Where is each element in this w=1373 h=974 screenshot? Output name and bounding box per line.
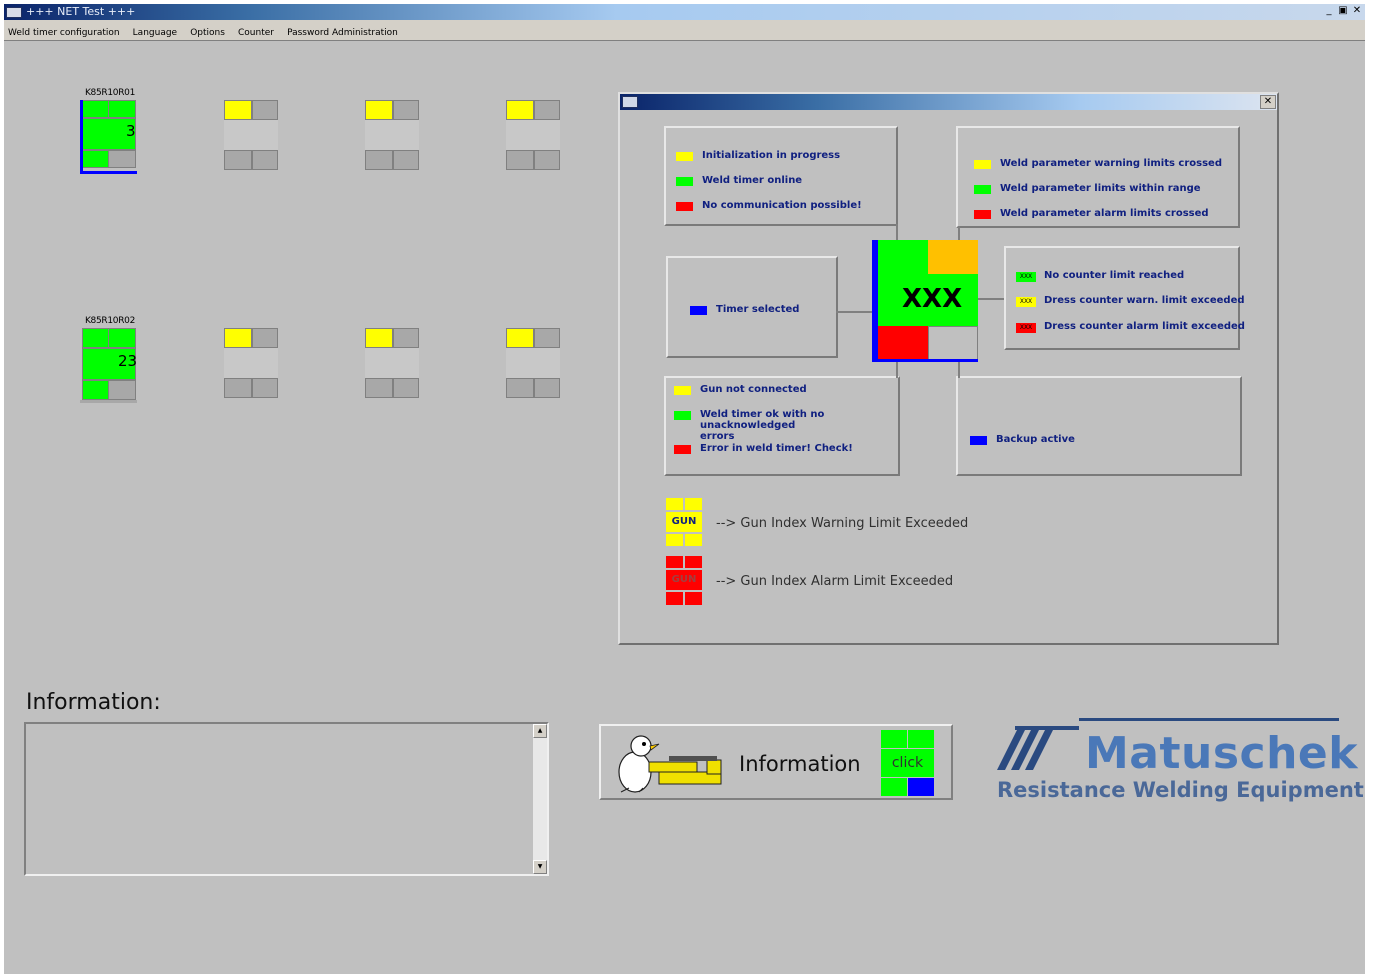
yellow-chip-icon [676,152,693,161]
red-chip-icon [676,202,693,211]
legend-text: Weld timer online [702,175,803,186]
legend-text: Gun not connected [700,384,807,395]
legend-title-bar: ✕ [620,94,1277,110]
init-status-box: Initialization in progress Weld timer on… [664,126,898,226]
information-button[interactable]: Information click [599,724,953,800]
menu-language[interactable]: Language [129,25,181,38]
legend-text: Weld timer ok with no unacknowledged err… [700,409,825,442]
green-chip-icon [674,411,691,420]
red-chip-icon [974,210,991,219]
green-chip-icon: XXX [1016,272,1036,282]
timer-label: K85R10R01 [84,88,136,98]
legend-text: Dress counter alarm limit exceeded [1044,321,1245,332]
menu-weld-timer-configuration[interactable]: Weld timer configuration [4,25,124,38]
timer-value: 23 [118,352,138,370]
gun-index-warning-text: --> Gun Index Warning Limit Exceeded [716,516,969,531]
timer-tile[interactable] [504,100,562,175]
dress-counter-box: XXX No counter limit reached XXX Dress c… [1004,246,1245,350]
red-chip-icon [674,445,691,454]
green-chip-icon [974,185,991,194]
title-bar: +++ NET Test +++ _ ▣ ✕ [4,4,1365,20]
gun-index-alarm-text: --> Gun Index Alarm Limit Exceeded [716,574,954,589]
close-icon[interactable]: ✕ [1260,95,1276,109]
blue-chip-icon [970,436,987,445]
yellow-chip-icon [974,160,991,169]
timer-tile[interactable] [222,328,280,403]
close-icon[interactable]: ✕ [1350,5,1364,17]
menu-options[interactable]: Options [186,25,229,38]
logo-name: Matuschek [1085,728,1359,779]
scroll-down-icon[interactable]: ▼ [533,860,547,874]
information-textbox[interactable]: ▲ ▼ [24,722,549,876]
gun-index-alarm-tile: GUN [666,556,702,606]
legend-text: No communication possible! [702,200,862,211]
info-scrollbar[interactable]: ▲ ▼ [533,724,547,874]
legend-text: Dress counter warn. limit exceeded [1044,295,1245,306]
app-window: +++ NET Test +++ _ ▣ ✕ Weld timer config… [4,4,1365,974]
weld-params-box: Weld parameter warning limits crossed We… [956,126,1240,228]
information-button-label: Information [739,752,861,776]
timer-selected-box: Timer selected [666,256,838,358]
timer-tile[interactable] [363,100,421,175]
timer-value: 3 [126,122,136,140]
timer-label: K85R10R02 [84,316,136,326]
blue-chip-icon [690,306,707,315]
click-text: click [881,749,934,777]
legend-text: Error in weld timer! Check! [700,443,853,454]
matuschek-logo: Matuschek Resistance Welding Equipment [997,718,1364,810]
center-tile-text: XXX [902,284,963,314]
menu-bar: Weld timer configuration Language Option… [4,20,1365,41]
window-title: +++ NET Test +++ [26,5,136,18]
bird-welding-icon [618,735,722,793]
gun-index-warning-tile: GUN [666,498,702,546]
yellow-chip-icon [674,386,691,395]
logo-stripes-icon [997,726,1079,770]
backup-box: Backup active [956,376,1242,476]
legend-text: Timer selected [716,304,800,315]
center-example-tile: XXX [872,240,980,362]
gun-text: GUN [666,570,702,590]
timer-tile-k85r10r01[interactable]: K85R10R01 3 [80,88,138,175]
green-chip-icon [676,177,693,186]
legend-text: Weld parameter warning limits crossed [1000,158,1223,169]
app-icon[interactable] [6,7,22,18]
minimize-icon[interactable]: _ [1322,5,1336,17]
timer-tile[interactable] [363,328,421,403]
yellow-chip-icon: XXX [1016,297,1036,307]
timer-tile[interactable] [222,100,280,175]
restore-icon[interactable]: ▣ [1336,5,1350,17]
information-label: Information: [26,690,161,715]
legend-text: Weld parameter alarm limits crossed [1000,208,1209,219]
timer-tile[interactable] [504,328,562,403]
red-chip-icon: XXX [1016,323,1036,333]
menu-counter[interactable]: Counter [234,25,278,38]
legend-text: Backup active [996,434,1075,445]
panel-icon [622,96,638,108]
legend-text: Initialization in progress [702,150,841,161]
legend-text: No counter limit reached [1044,270,1185,281]
click-tile: click [881,730,935,796]
logo-tagline: Resistance Welding Equipment [997,778,1364,802]
legend-text: Weld parameter limits within range [1000,183,1201,194]
legend-panel: ✕ Initialization in progress Weld timer … [618,92,1279,645]
timer-tile-k85r10r02[interactable]: K85R10R02 23 [80,316,138,403]
menu-password-administration[interactable]: Password Administration [283,25,402,38]
gun-status-box: Gun not connected Weld timer ok with no … [664,376,900,476]
scroll-up-icon[interactable]: ▲ [533,724,547,738]
gun-text: GUN [666,512,702,532]
